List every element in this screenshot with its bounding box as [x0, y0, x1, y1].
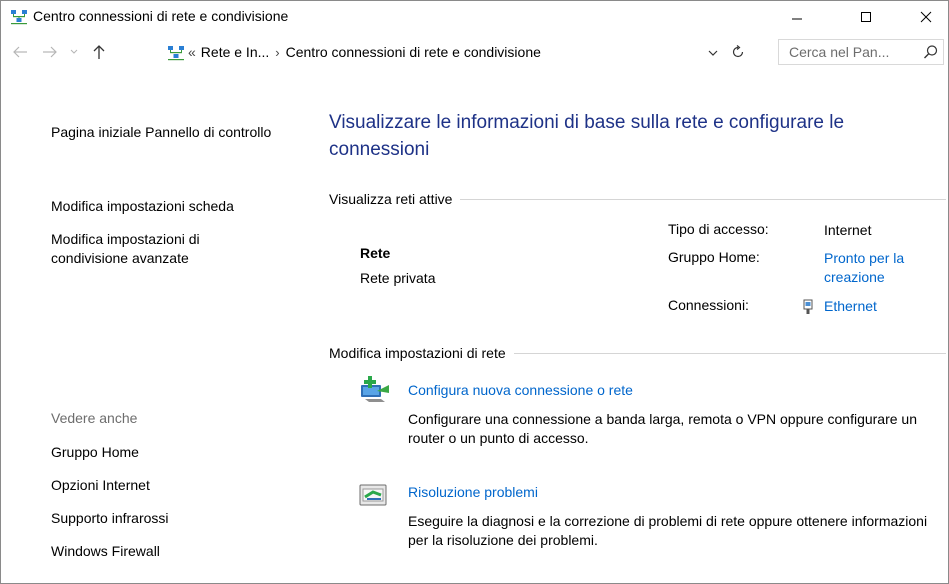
sidebar-link-control-panel-home[interactable]: Pagina iniziale Pannello di controllo — [51, 123, 281, 142]
navigation-bar: « Rete e In... › Centro connessioni di r… — [1, 33, 948, 77]
refresh-icon — [732, 45, 744, 58]
chevron-down-icon — [708, 50, 718, 56]
minimize-button[interactable] — [774, 1, 820, 33]
recent-locations-button[interactable] — [67, 39, 81, 65]
setup-new-connection-link[interactable]: Configura nuova connessione o rete — [408, 382, 633, 398]
see-also-heading: Vedere anche — [51, 410, 138, 426]
network-center-icon — [167, 45, 185, 61]
search-icon — [923, 44, 939, 60]
sidebar-link-infrared[interactable]: Supporto infrarossi — [51, 509, 169, 528]
troubleshoot-description: Eseguire la diagnosi e la correzione di … — [408, 513, 928, 548]
network-sharing-center-window: Centro connessioni di rete e condivision… — [0, 0, 949, 584]
sidebar: Pagina iniziale Pannello di controllo Mo… — [1, 77, 311, 583]
sidebar-link-advanced-sharing-settings[interactable]: Modifica impostazioni di condivisione av… — [51, 230, 271, 268]
page-title: Visualizzare le informazioni di base sul… — [329, 112, 845, 160]
breadcrumb: « Rete e In... › Centro connessioni di r… — [188, 44, 541, 60]
arrow-right-icon — [43, 46, 57, 58]
sidebar-link-change-adapter-settings[interactable]: Modifica impostazioni scheda — [51, 197, 234, 216]
minimize-icon — [792, 18, 802, 20]
access-type-value: Internet — [824, 222, 872, 238]
sidebar-link-internet-options[interactable]: Opzioni Internet — [51, 476, 150, 495]
troubleshoot-icon — [359, 481, 391, 511]
troubleshoot-link[interactable]: Risoluzione problemi — [408, 484, 538, 500]
up-button[interactable] — [88, 39, 110, 65]
chevron-down-icon — [70, 49, 78, 54]
ethernet-icon — [802, 299, 814, 315]
arrow-left-icon — [13, 46, 27, 58]
address-bar[interactable]: « Rete e In... › Centro connessioni di r… — [113, 39, 774, 65]
ethernet-connection-link[interactable]: Ethernet — [824, 297, 877, 316]
back-button[interactable] — [9, 39, 31, 65]
setup-new-connection-description: Configurare una connessione a banda larg… — [408, 411, 917, 446]
access-type-label: Tipo di accesso: — [668, 221, 769, 237]
window-title: Centro connessioni di rete e condivision… — [33, 8, 289, 24]
forward-button[interactable] — [39, 39, 61, 65]
active-networks-section: Visualizza reti attive — [329, 191, 946, 207]
address-dropdown-button[interactable] — [706, 44, 720, 62]
homegroup-label: Gruppo Home: — [668, 249, 760, 265]
breadcrumb-separator-icon[interactable]: › — [275, 45, 279, 60]
network-center-icon — [10, 9, 28, 25]
close-button[interactable] — [903, 1, 949, 33]
refresh-button[interactable] — [728, 42, 748, 62]
search-placeholder: Cerca nel Pan... — [789, 44, 890, 60]
breadcrumb-item-network-center[interactable]: Centro connessioni di rete e condivision… — [286, 44, 541, 60]
new-connection-icon — [359, 373, 391, 403]
change-settings-heading: Modifica impostazioni di rete — [329, 345, 506, 361]
sidebar-link-homegroup[interactable]: Gruppo Home — [51, 443, 139, 462]
search-input[interactable]: Cerca nel Pan... — [778, 39, 944, 65]
section-divider — [513, 352, 946, 354]
maximize-button[interactable] — [843, 1, 889, 33]
connections-label: Connessioni: — [668, 297, 749, 313]
breadcrumb-overflow[interactable]: « — [188, 44, 196, 60]
close-icon — [920, 11, 932, 23]
maximize-icon — [861, 12, 871, 22]
network-type: Rete privata — [360, 270, 436, 286]
homegroup-link[interactable]: Pronto per la creazione — [824, 249, 934, 287]
change-settings-section: Modifica impostazioni di rete — [329, 345, 946, 361]
breadcrumb-item-network-internet[interactable]: Rete e In... — [201, 44, 269, 60]
network-name: Rete — [360, 245, 391, 261]
title-bar: Centro connessioni di rete e condivision… — [1, 1, 948, 33]
sidebar-link-windows-firewall[interactable]: Windows Firewall — [51, 542, 160, 561]
section-divider — [460, 198, 946, 200]
active-networks-heading: Visualizza reti attive — [329, 191, 453, 207]
arrow-up-icon — [93, 45, 105, 59]
main-content: Visualizzare le informazioni di base sul… — [329, 77, 948, 583]
